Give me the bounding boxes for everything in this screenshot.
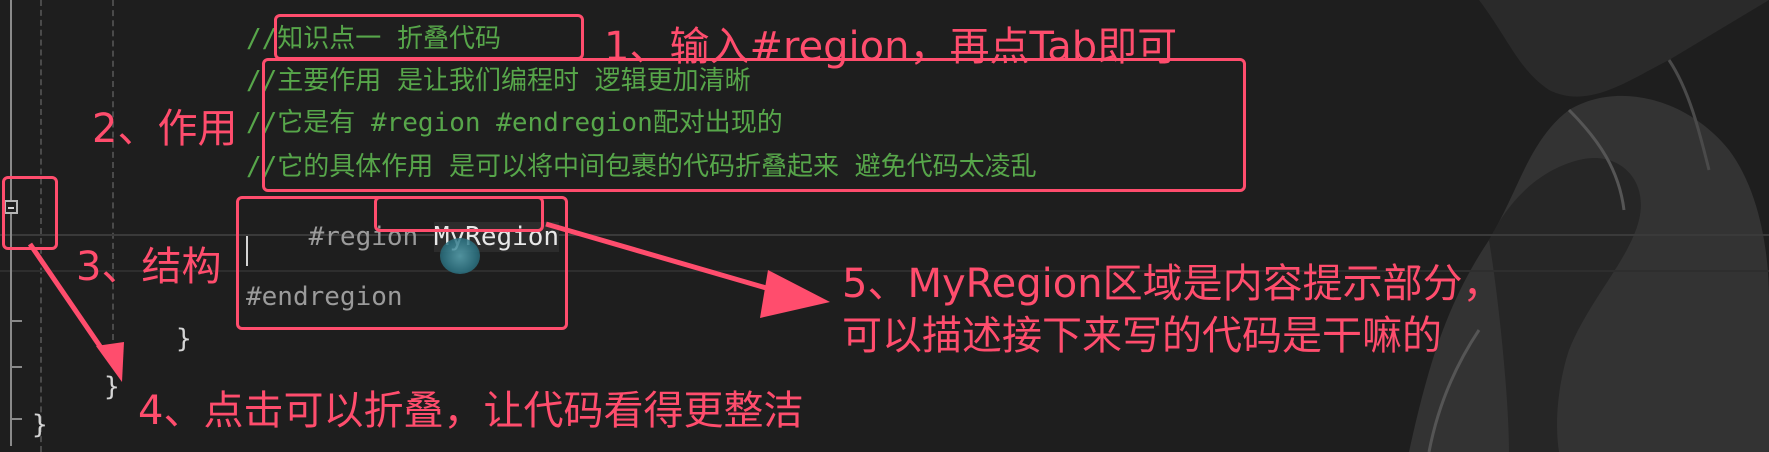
annotation-step2: 2、作用 xyxy=(92,106,238,152)
code-editor: //知识点一 折叠代码 //主要作用 是让我们编程时 逻辑更加清晰 //它是有 … xyxy=(0,0,1769,452)
annotation-step3: 3、结构 xyxy=(76,244,222,290)
annotation-step5-line2: 可以描述接下来写的代码是干嘛的 xyxy=(842,313,1442,359)
annotation-step4: 4、点击可以折叠，让代码看得更整洁 xyxy=(138,388,804,434)
annotation-step1: 1、输入#region，再点Tab即可 xyxy=(604,24,1178,70)
annotation-step5-line1: 5、MyRegion区域是内容提示部分， xyxy=(842,261,1503,307)
annotation-step5: 5、MyRegion区域是内容提示部分， 可以描述接下来写的代码是干嘛的 xyxy=(842,258,1503,362)
